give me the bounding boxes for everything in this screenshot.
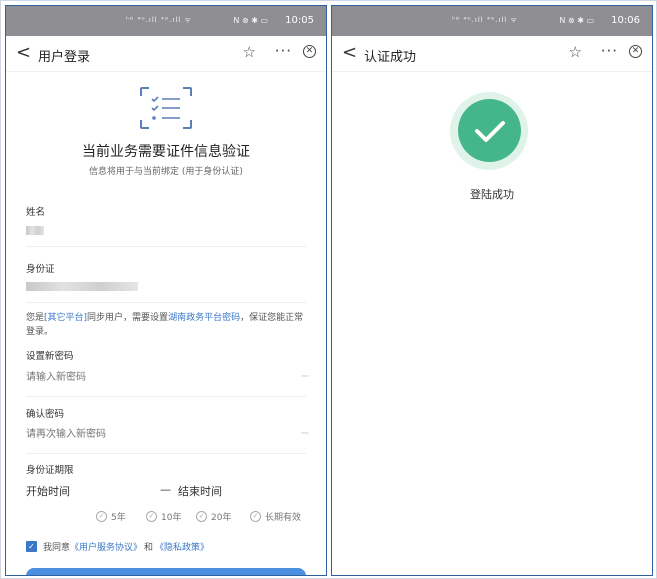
id-validity-label: 身份证期限 <box>26 465 74 476</box>
divider <box>26 246 306 247</box>
success-check-icon <box>458 99 521 162</box>
id-card-label: 身份证 <box>26 264 55 275</box>
new-password-label: 设置新密码 <box>26 351 74 362</box>
status-time: 10:05 <box>285 15 314 26</box>
privacy-policy-link[interactable]: 《隐私政策》 <box>155 540 209 553</box>
divider <box>26 453 306 454</box>
checkbox-icon[interactable]: ✓ <box>26 541 37 552</box>
verification-subheading: 信息将用于与当前绑定 (用于身份认证) <box>89 167 243 177</box>
check-circle-icon: ✓ <box>96 511 107 522</box>
user-service-agreement-link[interactable]: 《用户服务协议》 <box>70 540 142 553</box>
validity-option-5y[interactable]: ✓ 5年 <box>96 510 126 523</box>
screenshot-frame: ʰᴰ ⁴ᴳ.ıll ⁴ᴳ.ıll ᯤ N ⊗ ✱ ▭ 10:05 < 用户登录 … <box>0 0 657 579</box>
page-title: 用户登录 <box>38 50 91 65</box>
close-icon[interactable]: ✕ <box>303 45 316 58</box>
nav-bar: < 用户登录 ☆ ··· ✕ <box>6 36 326 72</box>
nav-bar: < 认证成功 ☆ ··· ✕ <box>332 36 652 72</box>
check-circle-icon: ✓ <box>250 511 261 522</box>
back-icon[interactable]: < <box>16 42 31 63</box>
check-circle-icon: ✓ <box>196 511 207 522</box>
check-circle-icon: ✓ <box>146 511 157 522</box>
new-password-input[interactable] <box>26 366 310 388</box>
end-date-picker[interactable]: 结束时间 <box>178 483 222 499</box>
other-platform-link[interactable]: [其它平台] <box>44 313 87 323</box>
validity-option-10y[interactable]: ✓ 10年 <box>146 510 181 523</box>
divider <box>26 396 306 397</box>
close-icon[interactable]: ✕ <box>629 45 642 58</box>
success-screen: ʰᴰ ⁴ᴳ.ıll ⁴ᴳ.ıll ᯤ N ⊗ ✱ ▭ 10:06 < 认证成功 … <box>331 5 653 576</box>
submit-button[interactable] <box>26 568 306 575</box>
start-date-picker[interactable]: 开始时间 <box>26 483 70 499</box>
divider <box>26 302 306 303</box>
status-bar: ʰᴰ ⁴ᴳ.ıll ⁴ᴳ.ıll ᯤ N ⊗ ✱ ▭ 10:05 <box>6 6 326 36</box>
validity-option-20y[interactable]: ✓ 20年 <box>196 510 231 523</box>
more-icon[interactable]: ··· <box>275 42 292 60</box>
verification-heading: 当前业务需要证件信息验证 <box>82 144 250 160</box>
status-bar: ʰᴰ ⁴ᴳ.ıll ⁴ᴳ.ıll ᯤ N ⊗ ✱ ▭ 10:06 <box>332 6 652 36</box>
validity-option-permanent[interactable]: ✓ 长期有效 <box>250 510 301 523</box>
system-status-icons: N ⊗ ✱ ▭ <box>233 16 268 25</box>
confirm-password-label: 确认密码 <box>26 409 65 420</box>
network-signal-icon: ʰᴰ ⁴ᴳ.ıll ⁴ᴳ.ıll ᯤ <box>452 16 518 24</box>
login-success-text: 登陆成功 <box>470 188 514 201</box>
page-title: 认证成功 <box>364 50 417 65</box>
more-icon[interactable]: ··· <box>601 42 618 60</box>
star-icon[interactable]: ☆ <box>243 43 256 61</box>
name-value-redacted <box>26 226 44 235</box>
sync-notice: 您是[其它平台]同步用户，需要设置湖南政务平台密码，保证您能正常登录。 <box>26 313 304 337</box>
id-card-value-redacted <box>26 282 138 291</box>
eye-closed-icon[interactable]: ᵕᵕᵕ <box>301 372 309 381</box>
system-status-icons: N ⊗ ✱ ▭ <box>559 16 594 25</box>
login-screen: ʰᴰ ⁴ᴳ.ıll ⁴ᴳ.ıll ᯤ N ⊗ ✱ ▭ 10:05 < 用户登录 … <box>5 5 327 576</box>
agreement-row: ✓ 我同意 《用户服务协议》 和 《隐私政策》 <box>26 540 209 553</box>
date-separator: — <box>160 483 171 496</box>
hunan-gov-password-link[interactable]: 湖南政务平台密码 <box>168 313 240 323</box>
name-label: 姓名 <box>26 207 46 218</box>
status-time: 10:06 <box>611 15 640 26</box>
document-checklist-icon <box>140 87 192 129</box>
back-icon[interactable]: < <box>342 42 357 63</box>
confirm-password-input[interactable] <box>26 423 310 445</box>
star-icon[interactable]: ☆ <box>569 43 582 61</box>
eye-closed-icon[interactable]: ᵕᵕᵕ <box>301 429 309 438</box>
checkmark-icon <box>475 121 505 142</box>
network-signal-icon: ʰᴰ ⁴ᴳ.ıll ⁴ᴳ.ıll ᯤ <box>126 16 192 24</box>
